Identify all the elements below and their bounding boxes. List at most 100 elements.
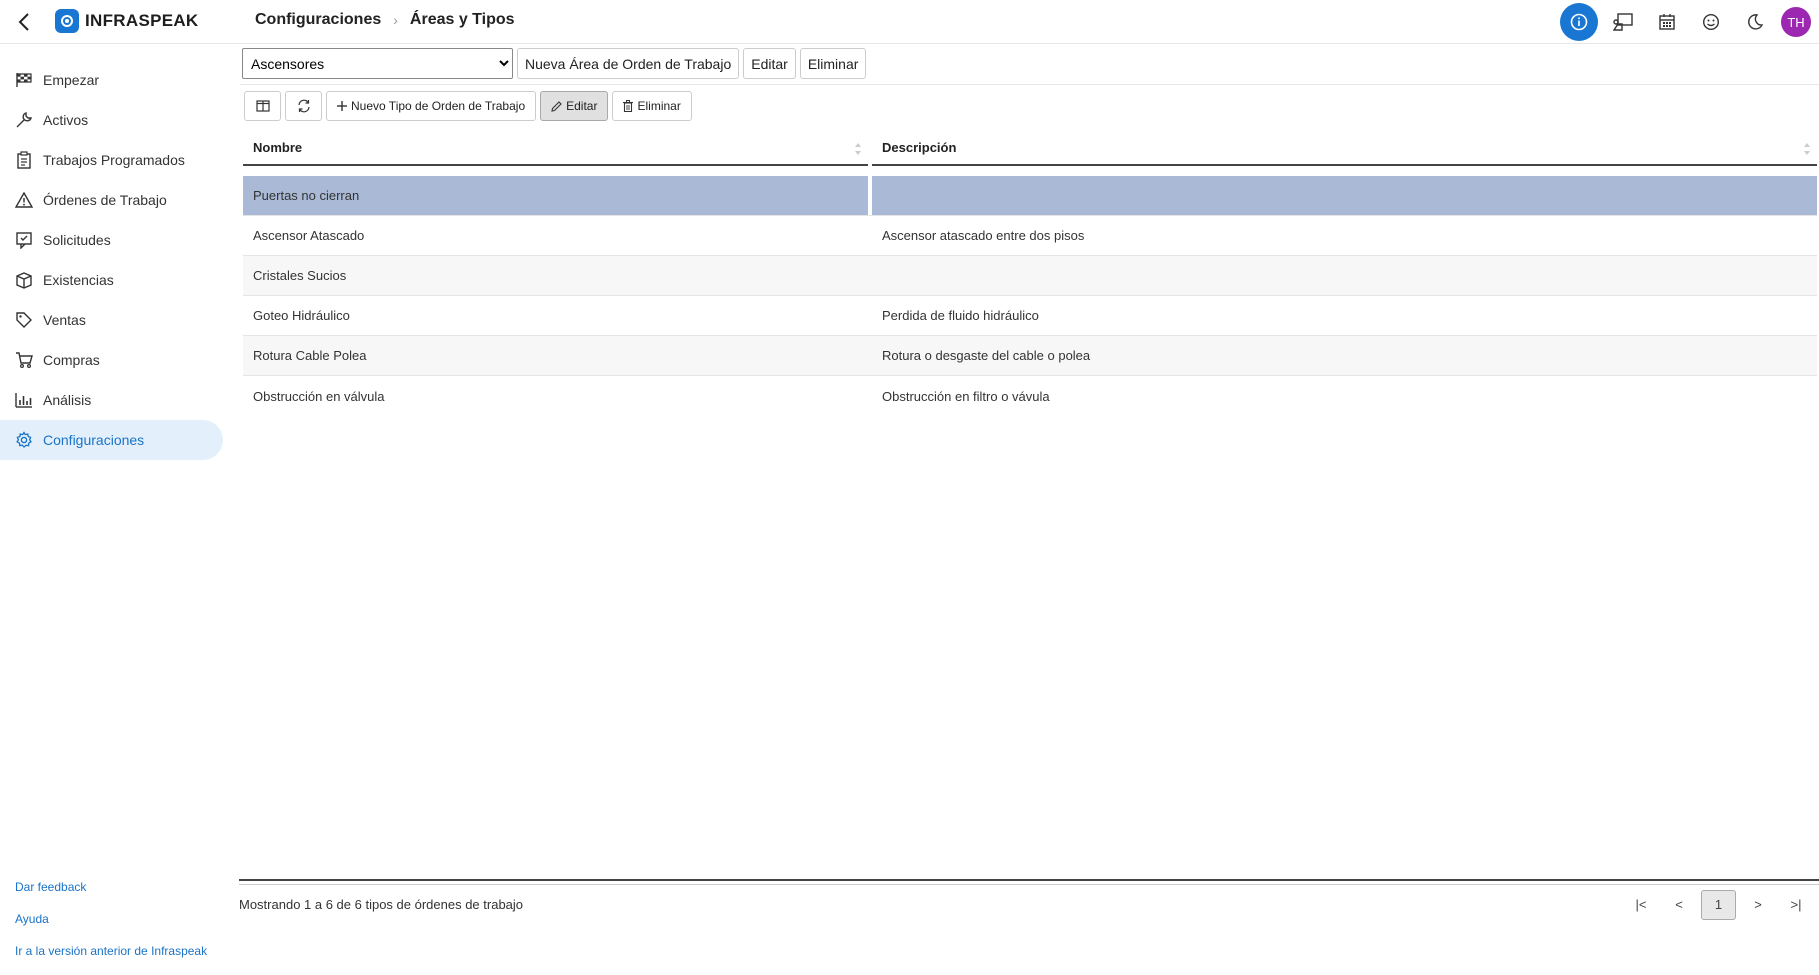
sidebar-item-existencias[interactable]: Existencias: [0, 260, 223, 300]
current-page-button[interactable]: 1: [1701, 889, 1736, 920]
area-select[interactable]: Ascensores: [242, 48, 513, 79]
next-page-button[interactable]: >: [1739, 890, 1777, 920]
table-footer: Mostrando 1 a 6 de 6 tipos de órdenes de…: [239, 879, 1819, 924]
columns-icon: [255, 100, 270, 112]
brand-name: INFRASPEAK: [85, 11, 199, 30]
avatar[interactable]: TH: [1781, 7, 1811, 37]
table-row[interactable]: Ascensor Atascado Ascensor atascado entr…: [243, 216, 1817, 256]
type-toolbar: Nuevo Tipo de Orden de Trabajo Editar El…: [244, 91, 696, 121]
plus-icon: [337, 101, 347, 111]
new-type-label: Nuevo Tipo de Orden de Trabajo: [351, 99, 526, 113]
results-summary: Mostrando 1 a 6 de 6 tipos de órdenes de…: [239, 897, 524, 912]
calendar-button[interactable]: [1645, 0, 1689, 44]
smiley-icon: [1702, 13, 1720, 31]
area-toolbar: Ascensores Nueva Área de Orden de Trabaj…: [242, 48, 867, 79]
table-row[interactable]: Cristales Sucios: [243, 256, 1817, 296]
assets-button[interactable]: [1601, 0, 1645, 44]
feedback-smiley-button[interactable]: [1689, 0, 1733, 44]
delete-type-button[interactable]: Eliminar: [612, 91, 692, 121]
sidebar-nav: Empezar Activos Trabajos Programados Órd…: [0, 60, 223, 460]
sidebar-item-label: Configuraciones: [43, 432, 145, 448]
new-type-button[interactable]: Nuevo Tipo de Orden de Trabajo: [326, 91, 537, 121]
cell-description: [872, 176, 1817, 215]
sidebar-item-trabajos-programados[interactable]: Trabajos Programados: [0, 140, 223, 180]
table-header: Nombre Descripción: [243, 130, 1817, 166]
dark-mode-button[interactable]: [1733, 0, 1777, 44]
sidebar-item-analisis[interactable]: Análisis: [0, 380, 223, 420]
cell-name: Obstrucción en válvula: [253, 388, 385, 404]
sidebar-item-label: Ventas: [43, 312, 86, 328]
column-header-descripcion[interactable]: Descripción: [872, 130, 1817, 166]
wrench-icon: [14, 110, 34, 130]
columns-toggle-button[interactable]: [244, 91, 281, 121]
table-row[interactable]: Obstrucción en válvula Obstrucción en fi…: [243, 376, 1817, 416]
feedback-link[interactable]: Dar feedback: [15, 871, 207, 903]
table-row[interactable]: Goteo Hidráulico Perdida de fluido hidrá…: [243, 296, 1817, 336]
sidebar-item-label: Análisis: [43, 392, 92, 408]
sidebar-item-label: Solicitudes: [43, 232, 111, 248]
calendar-icon: [1659, 14, 1675, 30]
request-icon: [14, 230, 34, 250]
cell-name: Rotura Cable Polea: [253, 348, 367, 363]
sort-icon: [854, 142, 862, 159]
cart-icon: [14, 350, 34, 370]
refresh-button[interactable]: [285, 91, 322, 121]
edit-type-label: Editar: [566, 99, 598, 113]
warning-icon: [14, 190, 34, 210]
sidebar-item-label: Trabajos Programados: [43, 152, 185, 168]
sidebar-item-activos[interactable]: Activos: [0, 100, 223, 140]
table-row[interactable]: Puertas no cierran: [243, 176, 1817, 216]
cell-name: Puertas no cierran: [243, 176, 868, 215]
clipboard-icon: [14, 150, 34, 170]
sidebar-item-configuraciones[interactable]: Configuraciones: [0, 420, 223, 460]
column-header-label: Descripción: [882, 139, 957, 155]
column-header-label: Nombre: [253, 139, 303, 155]
header-actions: TH: [1557, 0, 1819, 44]
sidebar-item-label: Existencias: [43, 272, 114, 288]
pagination: |< < 1 > >|: [1622, 889, 1815, 920]
info-button[interactable]: [1557, 0, 1601, 44]
sidebar-item-ordenes-de-trabajo[interactable]: Órdenes de Trabajo: [0, 180, 223, 220]
sidebar-item-empezar[interactable]: Empezar: [0, 60, 223, 100]
breadcrumb-parent[interactable]: Configuraciones: [255, 11, 381, 29]
logo[interactable]: INFRASPEAK: [55, 9, 199, 33]
delete-type-label: Eliminar: [637, 99, 681, 113]
breadcrumb-current: Áreas y Tipos: [409, 11, 515, 28]
sidebar-item-compras[interactable]: Compras: [0, 340, 223, 380]
divider: [240, 84, 1819, 85]
sidebar-item-label: Órdenes de Trabajo: [43, 192, 167, 208]
bar-chart-icon: [14, 390, 34, 410]
top-bar: INFRASPEAK Configuraciones › Áreas y Tip…: [0, 0, 1819, 44]
edit-type-button[interactable]: Editar: [540, 91, 609, 121]
moon-icon: [1748, 14, 1764, 30]
first-page-button[interactable]: |<: [1622, 890, 1660, 920]
assets-icon: [1612, 13, 1633, 31]
new-area-button[interactable]: Nueva Área de Orden de Trabajo: [517, 48, 740, 79]
prev-page-button[interactable]: <: [1660, 890, 1698, 920]
column-header-nombre[interactable]: Nombre: [243, 130, 868, 166]
infraspeak-logo-icon: [55, 9, 79, 33]
cell-name: Goteo Hidráulico: [253, 308, 350, 323]
box-icon: [14, 270, 34, 290]
last-page-button[interactable]: >|: [1777, 890, 1815, 920]
info-icon: [1560, 3, 1598, 41]
pencil-icon: [551, 100, 562, 112]
cell-name: Ascensor Atascado: [253, 228, 365, 243]
cell-description: Perdida de fluido hidráulico: [882, 308, 1039, 323]
cell-name: Cristales Sucios: [253, 268, 347, 283]
back-arrow-icon[interactable]: [12, 10, 36, 34]
sidebar-item-solicitudes[interactable]: Solicitudes: [0, 220, 223, 260]
trash-icon: [623, 100, 634, 112]
gear-icon: [14, 430, 34, 450]
old-version-link[interactable]: Ir a la versión anterior de Infraspeak: [15, 935, 207, 967]
table-row[interactable]: Rotura Cable Polea Rotura o desgaste del…: [243, 336, 1817, 376]
breadcrumb: Configuraciones › Áreas y Tipos: [255, 11, 515, 29]
sidebar-item-ventas[interactable]: Ventas: [0, 300, 223, 340]
delete-area-button[interactable]: Eliminar: [799, 48, 867, 79]
refresh-icon: [297, 99, 310, 113]
sidebar-item-label: Empezar: [43, 72, 100, 88]
help-link[interactable]: Ayuda: [15, 903, 207, 935]
sort-icon: [1803, 142, 1811, 159]
edit-area-button[interactable]: Editar: [743, 48, 796, 79]
tag-icon: [14, 310, 34, 330]
